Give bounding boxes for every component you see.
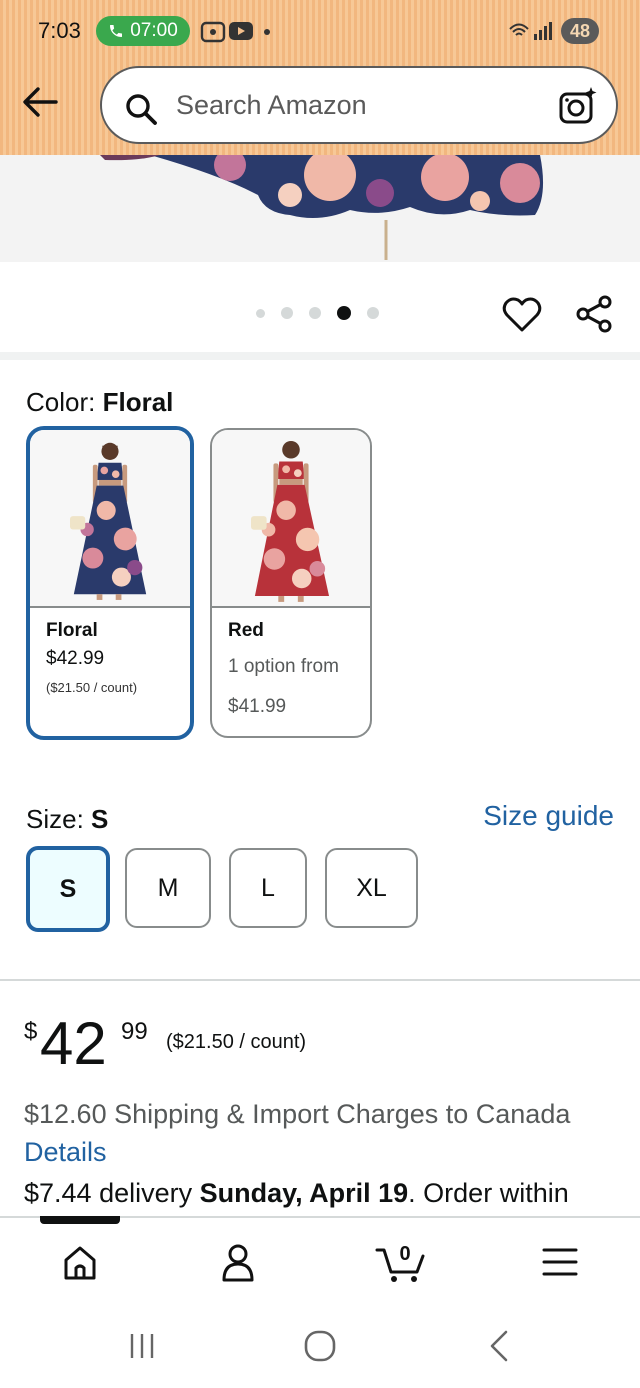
status-time: 7:03 [38,18,81,43]
product-image-dress [100,155,544,260]
search-bar[interactable]: Search Amazon [100,66,618,144]
price-fraction: 99 [121,1018,148,1045]
phone-icon [110,25,123,37]
carousel-dot-active[interactable] [337,306,351,320]
color-option-unit-price: ($21.50 / count) [46,680,138,695]
battery-indicator: 48 [561,18,599,44]
delivery-tail: . Order within [408,1178,569,1208]
cart-count: 0 [399,1243,410,1265]
recent-apps-icon[interactable] [122,1326,162,1366]
floral-dress-image [70,442,147,600]
app-header: 7:03 07:00 48 Search Amazon [0,0,640,155]
delivery-cost: $7.44 delivery [24,1178,200,1208]
color-option-image [30,430,190,608]
share-icon[interactable] [574,294,614,334]
color-option-name: Floral [46,620,98,641]
notification-dot [264,29,270,35]
color-option-floral[interactable]: Floral $42.99 ($21.50 / count) [26,426,194,740]
account-icon[interactable] [216,1240,260,1284]
heart-icon[interactable] [502,296,542,334]
cart-icon[interactable]: 0 [375,1240,427,1284]
size-option-l[interactable]: L [229,848,307,928]
price-whole: 42 [40,1010,107,1077]
shipping-details-link[interactable]: Details [24,1137,107,1168]
call-timer: 07:00 [130,20,178,41]
color-option-availability: 1 option from [228,656,339,677]
back-button-icon[interactable] [480,1326,520,1366]
home-icon[interactable] [58,1240,102,1284]
section-divider [0,979,640,981]
size-option-s[interactable]: S [26,846,110,932]
size-selected-value: S [91,804,109,834]
carousel-dot[interactable] [367,307,379,319]
shipping-charges: $12.60 Shipping & Import Charges to Cana… [24,1099,571,1129]
status-bar: 7:03 07:00 48 [0,0,640,60]
menu-icon[interactable] [538,1240,582,1284]
product-image[interactable] [0,155,640,262]
color-option-price: $42.99 [46,648,105,669]
search-icon [126,94,157,125]
price-unit: ($21.50 / count) [166,1031,307,1053]
red-dress-image [251,440,330,602]
delivery-info: $7.44 delivery Sunday, April 19. Order w… [24,1178,569,1209]
image-carousel-indicator [256,306,379,320]
nav-active-indicator [40,1216,120,1224]
search-input[interactable]: Search Amazon [176,90,367,121]
system-nav-bar [0,1306,640,1388]
signal-icon [509,22,552,40]
size-label: Size: S [26,804,108,835]
size-option-m[interactable]: M [125,848,211,928]
call-indicator[interactable]: 07:00 [96,16,190,46]
color-label: Color: Floral [26,387,173,418]
color-option-image [212,430,370,608]
back-arrow-icon[interactable] [20,84,60,120]
carousel-dot[interactable] [281,307,293,319]
color-option-name: Red [228,620,264,641]
bottom-nav: 0 [0,1216,640,1306]
carousel-dot[interactable] [256,308,265,318]
price-symbol: $ [24,1018,38,1045]
size-option-xl[interactable]: XL [325,848,418,928]
size-guide-link[interactable]: Size guide [483,800,614,832]
home-button-icon[interactable] [300,1326,340,1366]
delivery-date: Sunday, April 19 [199,1178,409,1208]
color-label-text: Color: [26,387,96,417]
section-divider [0,352,640,360]
color-option-price: $41.99 [228,696,287,717]
size-label-text: Size: [26,804,84,834]
color-option-red[interactable]: Red 1 option from $41.99 [210,428,372,738]
youtube-icon [229,22,253,40]
screen-record-icon [200,21,226,43]
color-selected-value: Floral [102,387,174,417]
camera-search-icon[interactable] [558,86,598,126]
carousel-dot[interactable] [309,307,321,319]
